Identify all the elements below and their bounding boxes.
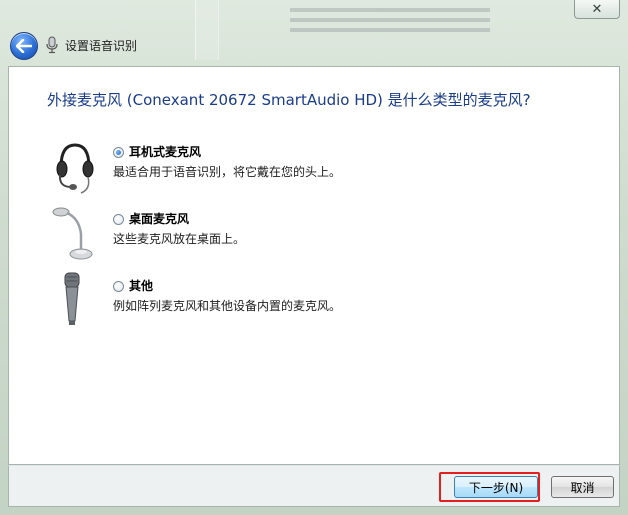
option-headset[interactable]: 耳机式麦克风 最适合用于语音识别，将它戴在您的头上。 <box>51 137 471 197</box>
page-heading: 外接麦克风 (Conexant 20672 SmartAudio HD) 是什么… <box>47 91 531 109</box>
back-arrow-icon <box>16 39 32 53</box>
radio-other[interactable] <box>113 281 124 292</box>
desktop-microphone-icon <box>52 207 93 260</box>
option-desktop[interactable]: 桌面麦克风 这些麦克风放在桌面上。 <box>51 204 471 264</box>
headset-microphone-icon <box>56 143 94 194</box>
option-label[interactable]: 桌面麦克风 <box>129 210 189 227</box>
microphone-icon <box>46 36 58 54</box>
wizard-footer: 下一步(N) 取消 <box>8 465 620 507</box>
wizard-content: 外接麦克风 (Conexant 20672 SmartAudio HD) 是什么… <box>8 66 620 465</box>
handheld-microphone-icon <box>64 272 80 325</box>
option-description: 这些麦克风放在桌面上。 <box>113 232 246 246</box>
close-button[interactable]: ✕ <box>574 0 620 19</box>
background-glass-decoration <box>195 0 219 60</box>
option-description: 最适合用于语音识别，将它戴在您的头上。 <box>113 165 342 179</box>
window-frame: ✕ 设置语音识别 外接麦克风 (Conexant 20672 SmartAudi… <box>0 0 628 515</box>
radio-desktop[interactable] <box>113 214 124 225</box>
option-other[interactable]: 其他 例如阵列麦克风和其他设备内置的麦克风。 <box>51 271 471 331</box>
option-label[interactable]: 耳机式麦克风 <box>129 143 201 160</box>
back-button[interactable] <box>10 32 38 60</box>
next-button[interactable]: 下一步(N) <box>454 476 538 498</box>
window-title: 设置语音识别 <box>65 39 138 53</box>
cancel-button[interactable]: 取消 <box>551 476 614 498</box>
option-label[interactable]: 其他 <box>129 277 153 294</box>
background-blurred-text <box>290 2 490 38</box>
close-icon: ✕ <box>591 1 603 17</box>
radio-headset[interactable] <box>113 147 124 158</box>
option-description: 例如阵列麦克风和其他设备内置的麦克风。 <box>113 299 342 313</box>
